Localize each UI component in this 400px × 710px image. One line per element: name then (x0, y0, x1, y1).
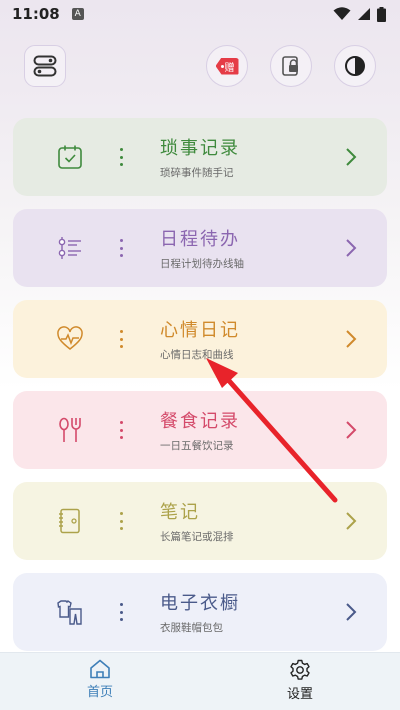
signal-icon (358, 8, 370, 20)
clothes-icon (57, 599, 82, 625)
card-title: 心情日记 (160, 320, 240, 341)
card-title: 日程待办 (160, 229, 240, 250)
status-icons (333, 6, 386, 22)
card-title: 餐食记录 (160, 411, 240, 432)
phone-lock-icon (282, 56, 298, 76)
battery-icon (377, 6, 386, 22)
card-title: 笔记 (160, 502, 200, 523)
chevron-right-icon (346, 239, 357, 257)
menu-toggle-button[interactable] (24, 45, 66, 87)
card-subtitle: 日程计划待办线轴 (160, 258, 244, 270)
notebook-icon (59, 508, 80, 534)
chevron-right-icon (346, 330, 357, 348)
nav-home-label: 首页 (86, 685, 113, 700)
heart-pulse-icon (57, 326, 83, 350)
card-schedule[interactable]: 日程待办 日程计划待办线轴 (13, 209, 387, 287)
card-subtitle: 心情日志和曲线 (160, 349, 234, 361)
more-dots-icon[interactable] (119, 330, 123, 348)
nav-settings[interactable]: 设置 (260, 659, 340, 702)
chevron-right-icon (346, 148, 357, 166)
status-bar: 11:08 A (0, 0, 400, 28)
toggle-list-icon (33, 55, 57, 77)
theme-toggle-button[interactable] (334, 45, 376, 87)
card-subtitle: 一日五餐饮记录 (160, 440, 234, 452)
chevron-right-icon (346, 512, 357, 530)
timeline-list-icon (58, 237, 81, 259)
gift-button[interactable]: 赠 (206, 45, 248, 87)
nav-home[interactable]: 首页 (60, 659, 140, 700)
calendar-check-icon (58, 145, 82, 169)
more-dots-icon[interactable] (119, 512, 123, 530)
status-time: 11:08 (12, 5, 60, 23)
bottom-nav: 首页 设置 (0, 652, 400, 710)
wifi-icon (333, 7, 351, 20)
card-title: 电子衣橱 (160, 593, 240, 614)
more-dots-icon[interactable] (119, 148, 123, 166)
card-subtitle: 琐碎事件随手记 (160, 167, 234, 179)
chevron-right-icon (346, 603, 357, 621)
card-mood-diary[interactable]: 心情日记 心情日志和曲线 (13, 300, 387, 378)
notification-icon: A (71, 8, 84, 20)
card-chores[interactable]: 琐事记录 琐碎事件随手记 (13, 118, 387, 196)
gift-tag-icon: 赠 (215, 57, 239, 75)
card-subtitle: 长篇笔记或混排 (160, 531, 234, 543)
nav-settings-label: 设置 (286, 687, 313, 702)
card-title: 琐事记录 (160, 138, 240, 159)
home-icon (90, 659, 110, 679)
more-dots-icon[interactable] (119, 421, 123, 439)
contrast-icon (345, 56, 365, 76)
card-wardrobe[interactable]: 电子衣橱 衣服鞋帽包包 (13, 573, 387, 651)
card-notes[interactable]: 笔记 长篇笔记或混排 (13, 482, 387, 560)
card-subtitle: 衣服鞋帽包包 (160, 622, 223, 634)
fork-spoon-icon (59, 417, 81, 442)
chevron-right-icon (346, 421, 357, 439)
card-meals[interactable]: 餐食记录 一日五餐饮记录 (13, 391, 387, 469)
more-dots-icon[interactable] (119, 239, 123, 257)
gear-icon (290, 659, 310, 680)
lock-screen-button[interactable] (270, 45, 312, 87)
more-dots-icon[interactable] (119, 603, 123, 621)
